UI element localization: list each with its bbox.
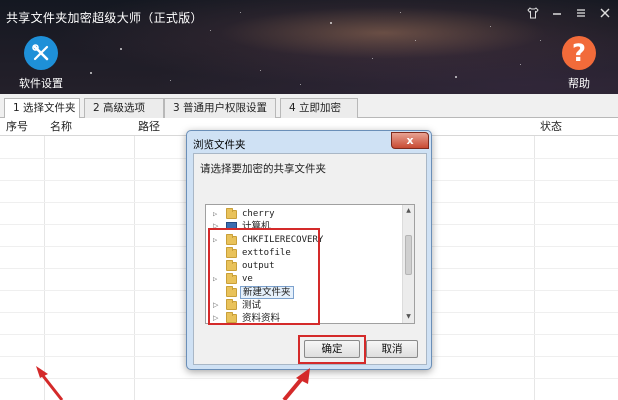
tab-user-permissions[interactable]: 3 普通用户权限设置 xyxy=(164,98,276,118)
row-divider xyxy=(0,378,618,379)
window-controls xyxy=(526,6,612,20)
close-icon[interactable] xyxy=(598,6,612,20)
highlight-box-folders xyxy=(208,228,320,325)
dialog-close-button[interactable]: x xyxy=(391,132,429,149)
settings-label: 软件设置 xyxy=(19,77,63,90)
column-header-index[interactable]: 序号 xyxy=(0,118,28,136)
shirt-icon[interactable] xyxy=(526,6,540,20)
help-label: 帮助 xyxy=(568,77,590,90)
browse-folder-dialog: 浏览文件夹 x 请选择要加密的共享文件夹 ▷ cherry ▷ 计算机 ▷ CH… xyxy=(186,130,432,370)
tab-select-folder[interactable]: 1 选择文件夹 xyxy=(4,98,80,119)
folder-icon xyxy=(226,208,237,219)
column-header-path[interactable]: 路径 xyxy=(132,118,160,136)
menu-icon[interactable] xyxy=(574,6,588,20)
minimize-icon[interactable] xyxy=(550,6,564,20)
highlight-box-ok xyxy=(298,335,366,364)
dialog-prompt: 请选择要加密的共享文件夹 xyxy=(200,163,326,175)
tab-encrypt-now[interactable]: 4 立即加密 xyxy=(280,98,358,118)
column-header-status[interactable]: 状态 xyxy=(534,118,562,136)
column-header-name[interactable]: 名称 xyxy=(44,118,72,136)
dialog-body: 请选择要加密的共享文件夹 ▷ cherry ▷ 计算机 ▷ CHKFILEREC… xyxy=(193,153,427,365)
window-title: 共享文件夹加密超级大师（正式版） xyxy=(6,11,203,25)
wrench-screwdriver-icon xyxy=(24,36,58,70)
tab-advanced-options[interactable]: 2 高级选项 xyxy=(84,98,164,118)
app-header: 共享文件夹加密超级大师（正式版） 软件设置 ? 帮助 xyxy=(0,0,618,94)
help-button[interactable]: ? 帮助 xyxy=(556,36,602,91)
settings-button[interactable]: 软件设置 xyxy=(16,36,66,91)
scroll-thumb[interactable] xyxy=(405,235,412,275)
question-icon: ? xyxy=(562,36,596,70)
scroll-down-icon[interactable]: ▼ xyxy=(403,311,414,322)
scroll-up-icon[interactable]: ▲ xyxy=(403,205,414,216)
cancel-button[interactable]: 取消 xyxy=(366,340,418,358)
tab-bar: 1 选择文件夹 2 高级选项 3 普通用户权限设置 4 立即加密 xyxy=(0,94,618,119)
dialog-title: 浏览文件夹 xyxy=(193,139,246,151)
tree-scrollbar[interactable]: ▲ ▼ xyxy=(402,205,414,323)
